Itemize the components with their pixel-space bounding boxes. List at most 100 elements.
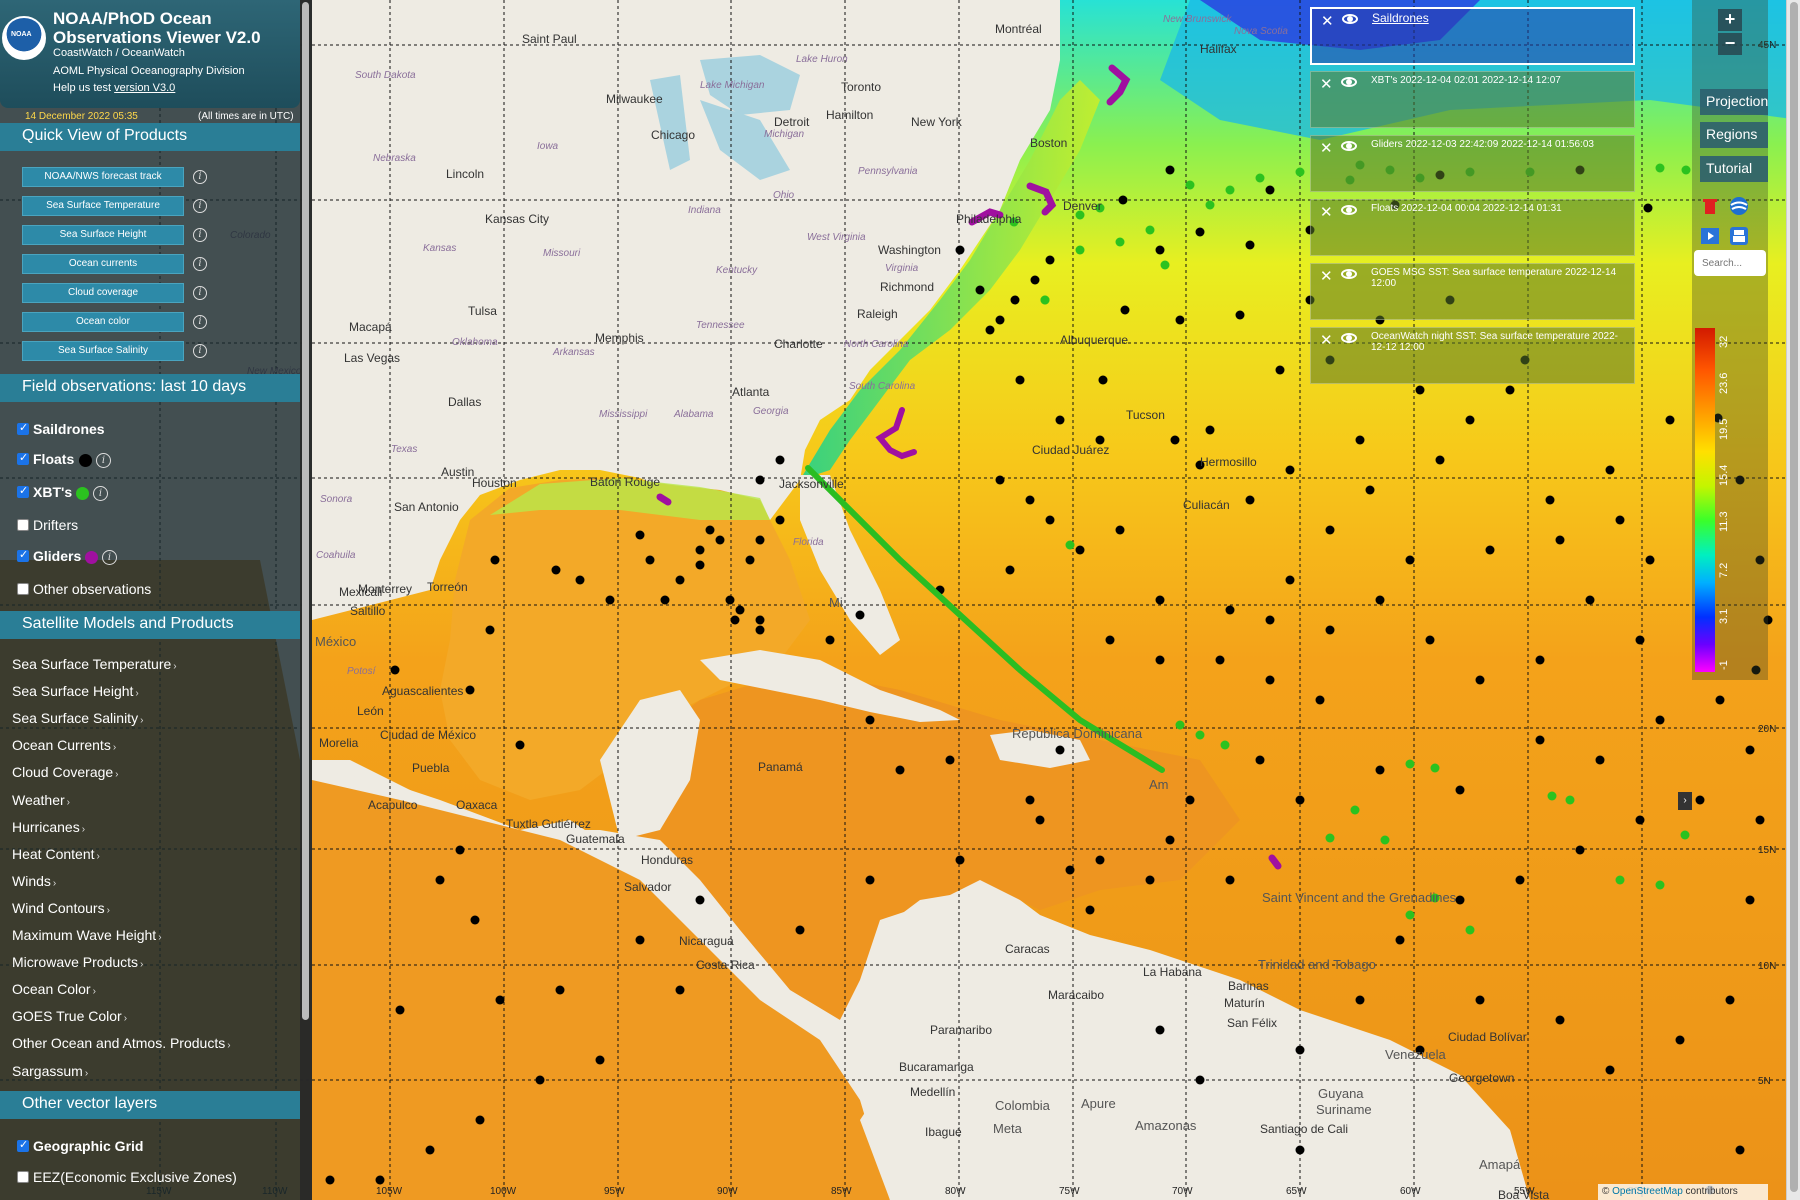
float-marker[interactable] xyxy=(551,565,561,575)
float-marker[interactable] xyxy=(1535,735,1545,745)
float-marker[interactable] xyxy=(1425,635,1435,645)
xbt-marker[interactable] xyxy=(1220,740,1230,750)
float-marker[interactable] xyxy=(1170,435,1180,445)
menu-item[interactable]: Winds › xyxy=(12,873,56,889)
float-marker[interactable] xyxy=(1035,815,1045,825)
info-icon[interactable]: i xyxy=(193,286,207,300)
projection-button[interactable]: Projection xyxy=(1700,89,1768,115)
float-marker[interactable] xyxy=(1595,755,1605,765)
float-marker[interactable] xyxy=(1025,495,1035,505)
float-marker[interactable] xyxy=(705,525,715,535)
float-marker[interactable] xyxy=(995,315,1005,325)
float-marker[interactable] xyxy=(1030,275,1040,285)
float-marker[interactable] xyxy=(955,855,965,865)
float-marker[interactable] xyxy=(1085,905,1095,915)
float-marker[interactable] xyxy=(895,765,905,775)
float-marker[interactable] xyxy=(1118,195,1128,205)
float-marker[interactable] xyxy=(1055,415,1065,425)
float-marker[interactable] xyxy=(1645,555,1655,565)
checkbox-xbt-s[interactable] xyxy=(17,484,29,498)
float-marker[interactable] xyxy=(1605,465,1615,475)
menu-item[interactable]: Weather › xyxy=(12,792,70,808)
vector-layers-heading[interactable]: Other vector layers xyxy=(0,1091,300,1119)
float-marker[interactable] xyxy=(1635,635,1645,645)
float-marker[interactable] xyxy=(1365,485,1375,495)
float-marker[interactable] xyxy=(1545,495,1555,505)
float-marker[interactable] xyxy=(515,740,525,750)
zoom-in-button[interactable]: + xyxy=(1718,9,1742,31)
float-marker[interactable] xyxy=(1155,595,1165,605)
float-marker[interactable] xyxy=(1725,995,1735,1005)
float-marker[interactable] xyxy=(1245,240,1255,250)
float-marker[interactable] xyxy=(1155,1025,1165,1035)
xbt-marker[interactable] xyxy=(1380,835,1390,845)
float-marker[interactable] xyxy=(490,555,500,565)
float-marker[interactable] xyxy=(1355,995,1365,1005)
xbt-marker[interactable] xyxy=(1225,185,1235,195)
menu-item[interactable]: Cloud Coverage › xyxy=(12,764,119,780)
float-marker[interactable] xyxy=(1745,745,1755,755)
sidebar-scroll-thumb[interactable] xyxy=(302,2,309,1020)
float-marker[interactable] xyxy=(695,545,705,555)
xbt-marker[interactable] xyxy=(1325,833,1335,843)
menu-item[interactable]: Sargassum › xyxy=(12,1063,88,1079)
xbt-marker[interactable] xyxy=(1255,173,1265,183)
float-marker[interactable] xyxy=(635,935,645,945)
float-marker[interactable] xyxy=(1455,785,1465,795)
float-marker[interactable] xyxy=(1735,1145,1745,1155)
float-marker[interactable] xyxy=(1435,455,1445,465)
float-marker[interactable] xyxy=(1375,765,1385,775)
float-marker[interactable] xyxy=(975,285,985,295)
float-marker[interactable] xyxy=(1265,675,1275,685)
checkbox-saildrones[interactable] xyxy=(17,421,29,435)
menu-item[interactable]: Other Ocean and Atmos. Products › xyxy=(12,1035,231,1051)
float-marker[interactable] xyxy=(375,1175,385,1185)
xbt-marker[interactable] xyxy=(1185,180,1195,190)
menu-item[interactable]: Wind Contours › xyxy=(12,900,110,916)
info-icon[interactable]: i xyxy=(93,486,108,501)
float-marker[interactable] xyxy=(755,475,765,485)
quick-view-button[interactable]: Cloud coverage xyxy=(22,283,184,303)
float-marker[interactable] xyxy=(1285,465,1295,475)
float-marker[interactable] xyxy=(1195,227,1205,237)
float-marker[interactable] xyxy=(825,635,835,645)
float-marker[interactable] xyxy=(1695,795,1705,805)
float-marker[interactable] xyxy=(695,560,705,570)
eye-icon[interactable] xyxy=(1341,205,1357,215)
xbt-marker[interactable] xyxy=(1405,910,1415,920)
info-icon[interactable]: i xyxy=(193,199,207,213)
collapse-panel-button[interactable]: › xyxy=(1678,792,1692,810)
close-icon[interactable]: ✕ xyxy=(1320,331,1333,349)
float-marker[interactable] xyxy=(1195,1075,1205,1085)
float-marker[interactable] xyxy=(1605,1065,1615,1075)
float-marker[interactable] xyxy=(1375,595,1385,605)
xbt-marker[interactable] xyxy=(1680,830,1690,840)
float-marker[interactable] xyxy=(695,895,705,905)
xbt-marker[interactable] xyxy=(1350,805,1360,815)
menu-item[interactable]: Ocean Currents › xyxy=(12,737,116,753)
float-marker[interactable] xyxy=(1055,745,1065,755)
xbt-marker[interactable] xyxy=(1547,791,1557,801)
float-marker[interactable] xyxy=(595,1055,605,1065)
float-marker[interactable] xyxy=(1515,875,1525,885)
float-marker[interactable] xyxy=(395,1005,405,1015)
quick-view-button[interactable]: Sea Surface Temperature xyxy=(22,196,184,216)
float-marker[interactable] xyxy=(755,535,765,545)
float-marker[interactable] xyxy=(1325,525,1335,535)
close-icon[interactable]: ✕ xyxy=(1320,139,1333,157)
float-marker[interactable] xyxy=(1025,795,1035,805)
print-icon[interactable] xyxy=(1729,226,1749,246)
float-marker[interactable] xyxy=(945,755,955,765)
float-marker[interactable] xyxy=(1105,635,1115,645)
float-marker[interactable] xyxy=(1045,255,1055,265)
quick-view-button[interactable]: NOAA/NWS forecast track xyxy=(22,167,184,187)
float-marker[interactable] xyxy=(390,665,400,675)
info-icon[interactable]: i xyxy=(96,453,111,468)
close-icon[interactable]: ✕ xyxy=(1321,12,1334,30)
regions-button[interactable]: Regions xyxy=(1700,122,1768,148)
float-marker[interactable] xyxy=(470,915,480,925)
float-marker[interactable] xyxy=(1185,795,1195,805)
xbt-marker[interactable] xyxy=(1430,763,1440,773)
float-marker[interactable] xyxy=(775,515,785,525)
float-marker[interactable] xyxy=(535,1075,545,1085)
